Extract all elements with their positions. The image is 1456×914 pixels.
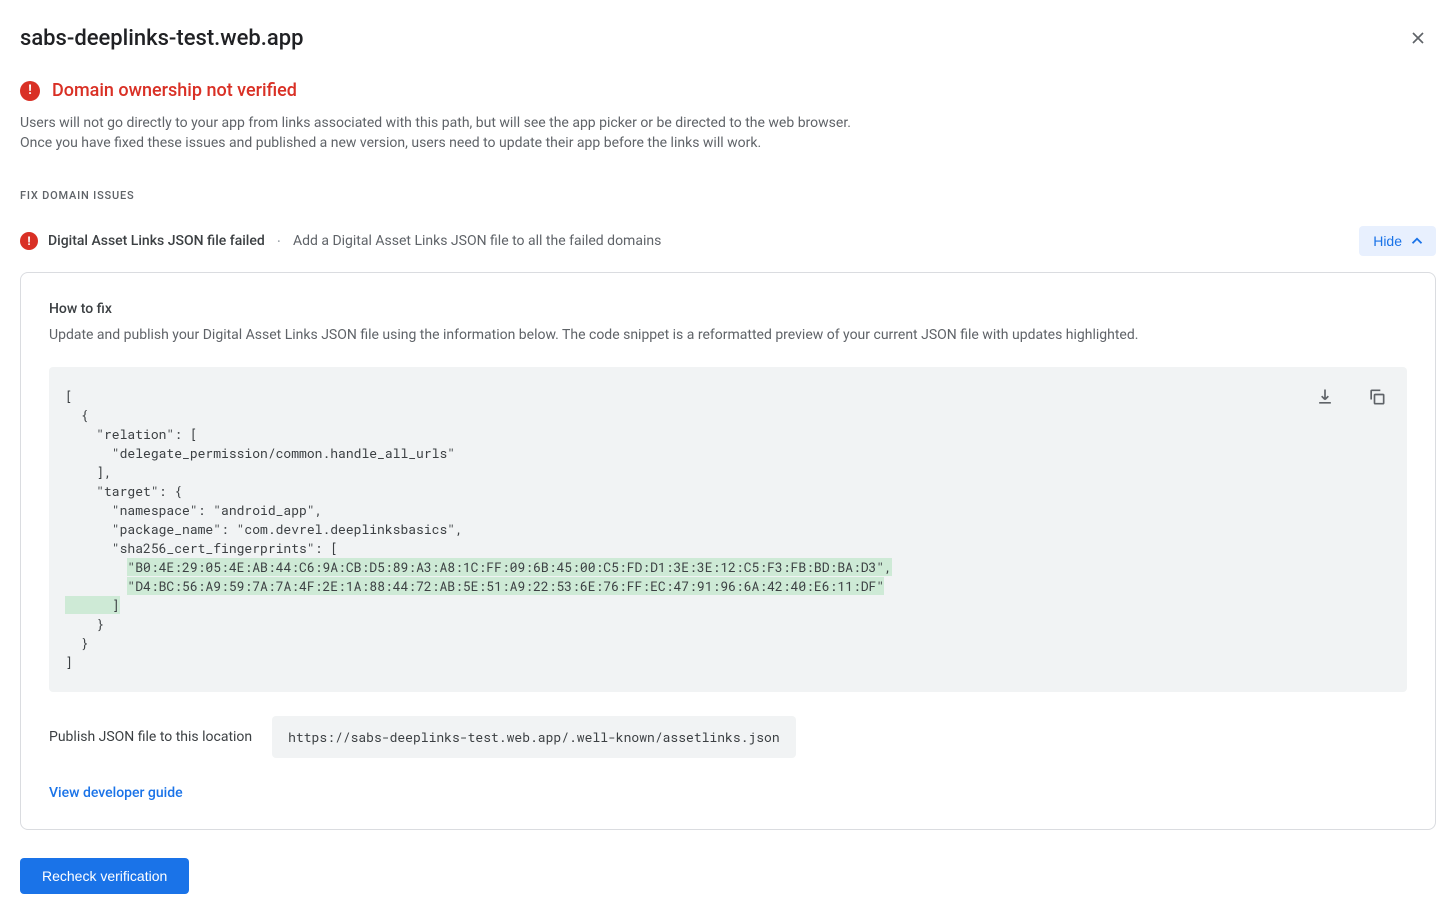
howto-description: Update and publish your Digital Asset Li… <box>49 327 1407 343</box>
hide-label: Hide <box>1373 233 1402 249</box>
fix-card: How to fix Update and publish your Digit… <box>20 272 1436 830</box>
developer-guide-link[interactable]: View developer guide <box>49 785 183 801</box>
download-icon <box>1315 387 1335 407</box>
copy-icon <box>1367 387 1387 407</box>
warning-description: Users will not go directly to your app f… <box>20 113 880 153</box>
hide-toggle-button[interactable]: Hide <box>1359 226 1436 256</box>
publish-label: Publish JSON file to this location <box>49 729 252 745</box>
separator-dot: · <box>277 232 281 251</box>
issue-hint: Add a Digital Asset Links JSON file to a… <box>293 233 661 249</box>
error-icon: ! <box>20 232 38 250</box>
chevron-up-icon <box>1408 232 1426 250</box>
code-snippet: [ { "relation": [ "delegate_permission/c… <box>49 367 1407 692</box>
error-icon: ! <box>20 81 40 101</box>
page-title: sabs-deeplinks-test.web.app <box>20 26 303 51</box>
warning-title: Domain ownership not verified <box>52 80 297 101</box>
publish-row: Publish JSON file to this location https… <box>49 716 1407 758</box>
howto-title: How to fix <box>49 301 1407 317</box>
close-icon <box>1408 28 1428 48</box>
download-button[interactable] <box>1311 383 1339 411</box>
issue-row: ! Digital Asset Links JSON file failed ·… <box>20 226 1436 256</box>
publish-url: https://sabs-deeplinks-test.web.app/.wel… <box>272 716 795 758</box>
recheck-verification-button[interactable]: Recheck verification <box>20 858 189 894</box>
warning-header: ! Domain ownership not verified <box>20 80 1436 101</box>
issue-title: Digital Asset Links JSON file failed <box>48 233 265 249</box>
copy-button[interactable] <box>1363 383 1391 411</box>
section-label: FIX DOMAIN ISSUES <box>20 189 1436 202</box>
close-button[interactable] <box>1400 20 1436 56</box>
